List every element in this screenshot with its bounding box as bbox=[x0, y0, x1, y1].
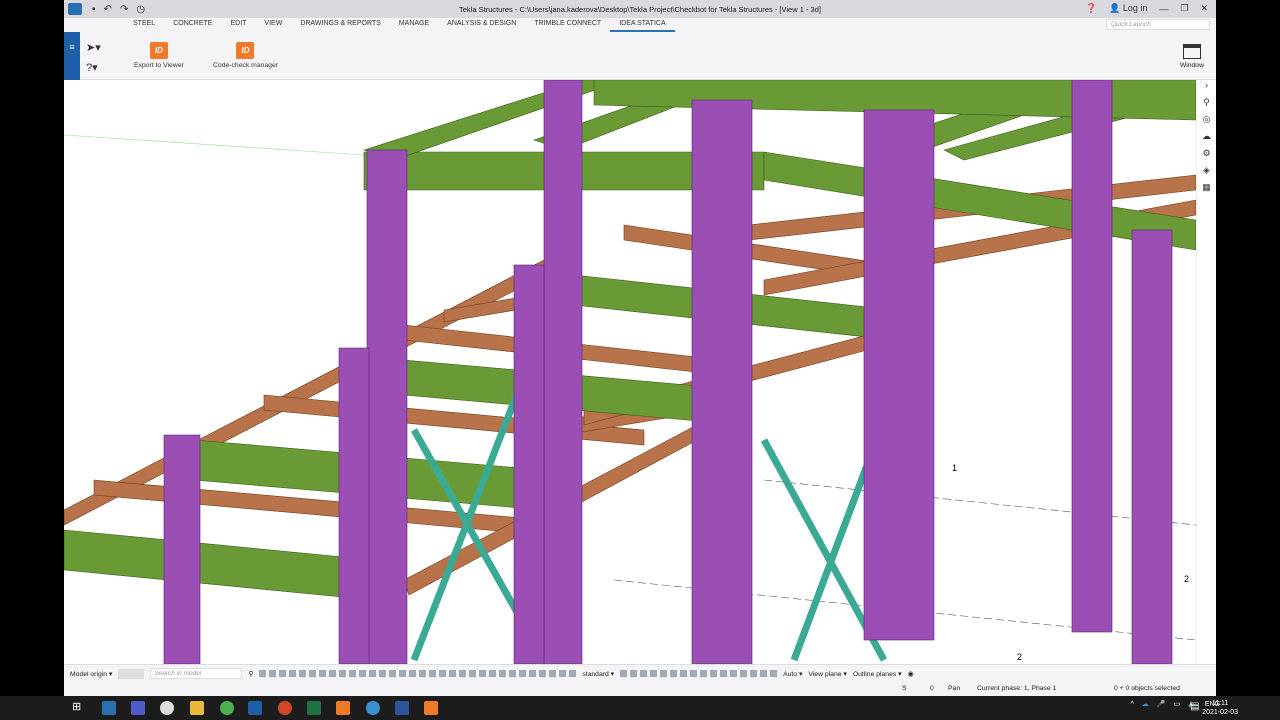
tab-analysis-design[interactable]: ANALYSIS & DESIGN bbox=[438, 18, 525, 32]
export-to-viewer-button[interactable]: ID Export to Viewer bbox=[134, 42, 184, 69]
windows-taskbar: ⊞ ^ ☁ 🎤 ▭ 🔈 ENG 11:11 2021-02-03 ▤ bbox=[0, 696, 1280, 720]
window-button[interactable]: Window bbox=[1180, 40, 1204, 69]
tab-drawings-reports[interactable]: DRAWINGS & REPORTS bbox=[291, 18, 390, 32]
grid-label: 1 bbox=[952, 463, 957, 473]
onedrive-icon[interactable]: ☁ bbox=[1142, 700, 1149, 708]
chrome-icon[interactable] bbox=[220, 701, 234, 715]
idea-viewer-icon[interactable] bbox=[424, 701, 438, 715]
apps-icon[interactable]: ▦ bbox=[1197, 182, 1216, 199]
time: 11:11 bbox=[1211, 700, 1229, 707]
select-tool-icon[interactable]: ➤▾ bbox=[86, 38, 101, 58]
grid-label: 2 bbox=[1017, 652, 1022, 662]
grid-line bbox=[64, 134, 365, 156]
model-origin-dropdown[interactable]: Model origin ▾ bbox=[70, 670, 112, 678]
file-explorer-icon[interactable] bbox=[190, 701, 204, 715]
window-icon bbox=[1182, 44, 1201, 59]
window-label: Window bbox=[1179, 62, 1204, 69]
search-in-model-input[interactable]: Search in model bbox=[150, 668, 243, 679]
login-button[interactable]: 👤 Log in bbox=[1109, 3, 1147, 14]
action-center-icon[interactable]: ▤ bbox=[1190, 701, 1199, 712]
maximize-button[interactable]: ❐ bbox=[1180, 3, 1188, 14]
tab-trimble-connect[interactable]: TRIMBLE CONNECT bbox=[525, 18, 610, 32]
tekla-taskbar-icon[interactable] bbox=[102, 701, 116, 715]
tab-concrete[interactable]: CONCRETE bbox=[164, 18, 221, 32]
settings-icon[interactable]: ⚙ bbox=[1197, 148, 1216, 165]
powerpoint-icon[interactable] bbox=[278, 701, 292, 715]
properties-icon[interactable]: ⚲ bbox=[1197, 97, 1216, 114]
excel-icon[interactable] bbox=[307, 701, 321, 715]
tab-steel[interactable]: STEEL bbox=[124, 18, 164, 32]
clock[interactable]: 11:11 2021-02-03 bbox=[1202, 699, 1238, 717]
grid-line bbox=[763, 479, 1196, 526]
cube-icon[interactable]: ◈ bbox=[1197, 165, 1216, 182]
word-icon[interactable] bbox=[395, 701, 409, 715]
status-zero: 0 bbox=[930, 685, 934, 692]
minimize-button[interactable]: — bbox=[1159, 4, 1168, 14]
selection-switches[interactable] bbox=[259, 670, 577, 677]
globe-icon[interactable]: ◎ bbox=[1197, 114, 1216, 131]
query-tool-icon[interactable]: ?▾ bbox=[86, 58, 101, 78]
tekla-active-icon[interactable] bbox=[248, 701, 262, 715]
expand-icon[interactable]: › bbox=[1197, 80, 1216, 97]
ribbon-tabs: STEEL CONCRETE EDIT VIEW DRAWINGS & REPO… bbox=[64, 18, 1216, 32]
view-plane-dropdown[interactable]: View plane ▾ bbox=[808, 670, 846, 678]
tekla-window: ▪ ↶ ↷ ◷ Tekla Structures - C:\Users\jana.ka… bbox=[64, 0, 1216, 696]
network-icon[interactable]: ▭ bbox=[1173, 700, 1180, 708]
quick-launch-input[interactable]: Quick Launch bbox=[1106, 19, 1210, 30]
green-beams bbox=[64, 80, 1196, 601]
standard-dropdown[interactable]: standard ▾ bbox=[582, 670, 614, 678]
title-bar: ▪ ↶ ↷ ◷ Tekla Structures - C:\Users\jana.ka… bbox=[64, 0, 1216, 18]
side-panel-toolbar: › ⚲ ◎ ☁ ⚙ ◈ ▦ bbox=[1196, 80, 1216, 664]
auto-dropdown[interactable]: Auto ▾ bbox=[783, 670, 802, 678]
cloud-icon[interactable]: ☁ bbox=[1197, 131, 1216, 148]
tab-view[interactable]: VIEW bbox=[255, 18, 291, 32]
menu-icon[interactable]: ≡ bbox=[64, 32, 80, 80]
window-title: Tekla Structures - C:\Users\jana.kaderov… bbox=[459, 5, 821, 14]
snap-switches[interactable] bbox=[620, 670, 778, 677]
model-viewport-3d[interactable]: 1 2 2 bbox=[64, 80, 1196, 664]
tray-chevron-icon[interactable]: ^ bbox=[1130, 701, 1133, 708]
tab-idea-statica[interactable]: IDEA STATICA bbox=[610, 18, 675, 32]
login-label: Log in bbox=[1122, 3, 1148, 13]
export-label: Export to Viewer bbox=[134, 62, 184, 69]
help-icon[interactable]: ❓ bbox=[1086, 3, 1097, 14]
start-icon[interactable]: ⊞ bbox=[72, 700, 81, 713]
current-phase[interactable]: Current phase: 1, Phase 1 bbox=[977, 685, 1056, 692]
settings-app-icon[interactable] bbox=[366, 701, 380, 715]
status-s: S bbox=[902, 685, 907, 692]
bottom-toolbar: Model origin ▾ Search in model ⚲ standar… bbox=[64, 664, 1216, 682]
idea-statica-taskbar-icon[interactable] bbox=[336, 701, 350, 715]
microphone-icon[interactable]: 🎤 bbox=[1157, 700, 1166, 708]
status-mode: Pan bbox=[948, 685, 961, 692]
search-icon[interactable]: ⚲ bbox=[248, 670, 253, 678]
close-button[interactable]: ✕ bbox=[1200, 3, 1208, 14]
teams-icon[interactable] bbox=[131, 701, 145, 715]
code-check-manager-button[interactable]: ID Code-check manager bbox=[213, 42, 278, 69]
idea-statica-icon: ID bbox=[236, 42, 255, 59]
edge-icon[interactable] bbox=[160, 701, 174, 715]
tab-edit[interactable]: EDIT bbox=[221, 18, 255, 32]
date: 2021-02-03 bbox=[1202, 709, 1238, 716]
tab-manage[interactable]: MANAGE bbox=[390, 18, 438, 32]
codecheck-label: Code-check manager bbox=[213, 62, 278, 69]
selection-count: 0 + 0 objects selected bbox=[1114, 685, 1180, 692]
steel-model[interactable]: 1 2 2 bbox=[64, 80, 1196, 664]
eye-icon[interactable]: ◉ bbox=[908, 670, 914, 678]
origin-buttons[interactable] bbox=[118, 668, 145, 679]
grid-label: 2 bbox=[1184, 574, 1189, 584]
idea-statica-icon: ID bbox=[149, 42, 168, 59]
outline-planes-dropdown[interactable]: Outline planes ▾ bbox=[853, 670, 902, 678]
status-bar: S 0 Pan Current phase: 1, Phase 1 0 + 0 … bbox=[64, 682, 1216, 696]
ribbon: ≡ ➤▾ ?▾ ID Export to Viewer ID Code-check… bbox=[64, 32, 1216, 80]
